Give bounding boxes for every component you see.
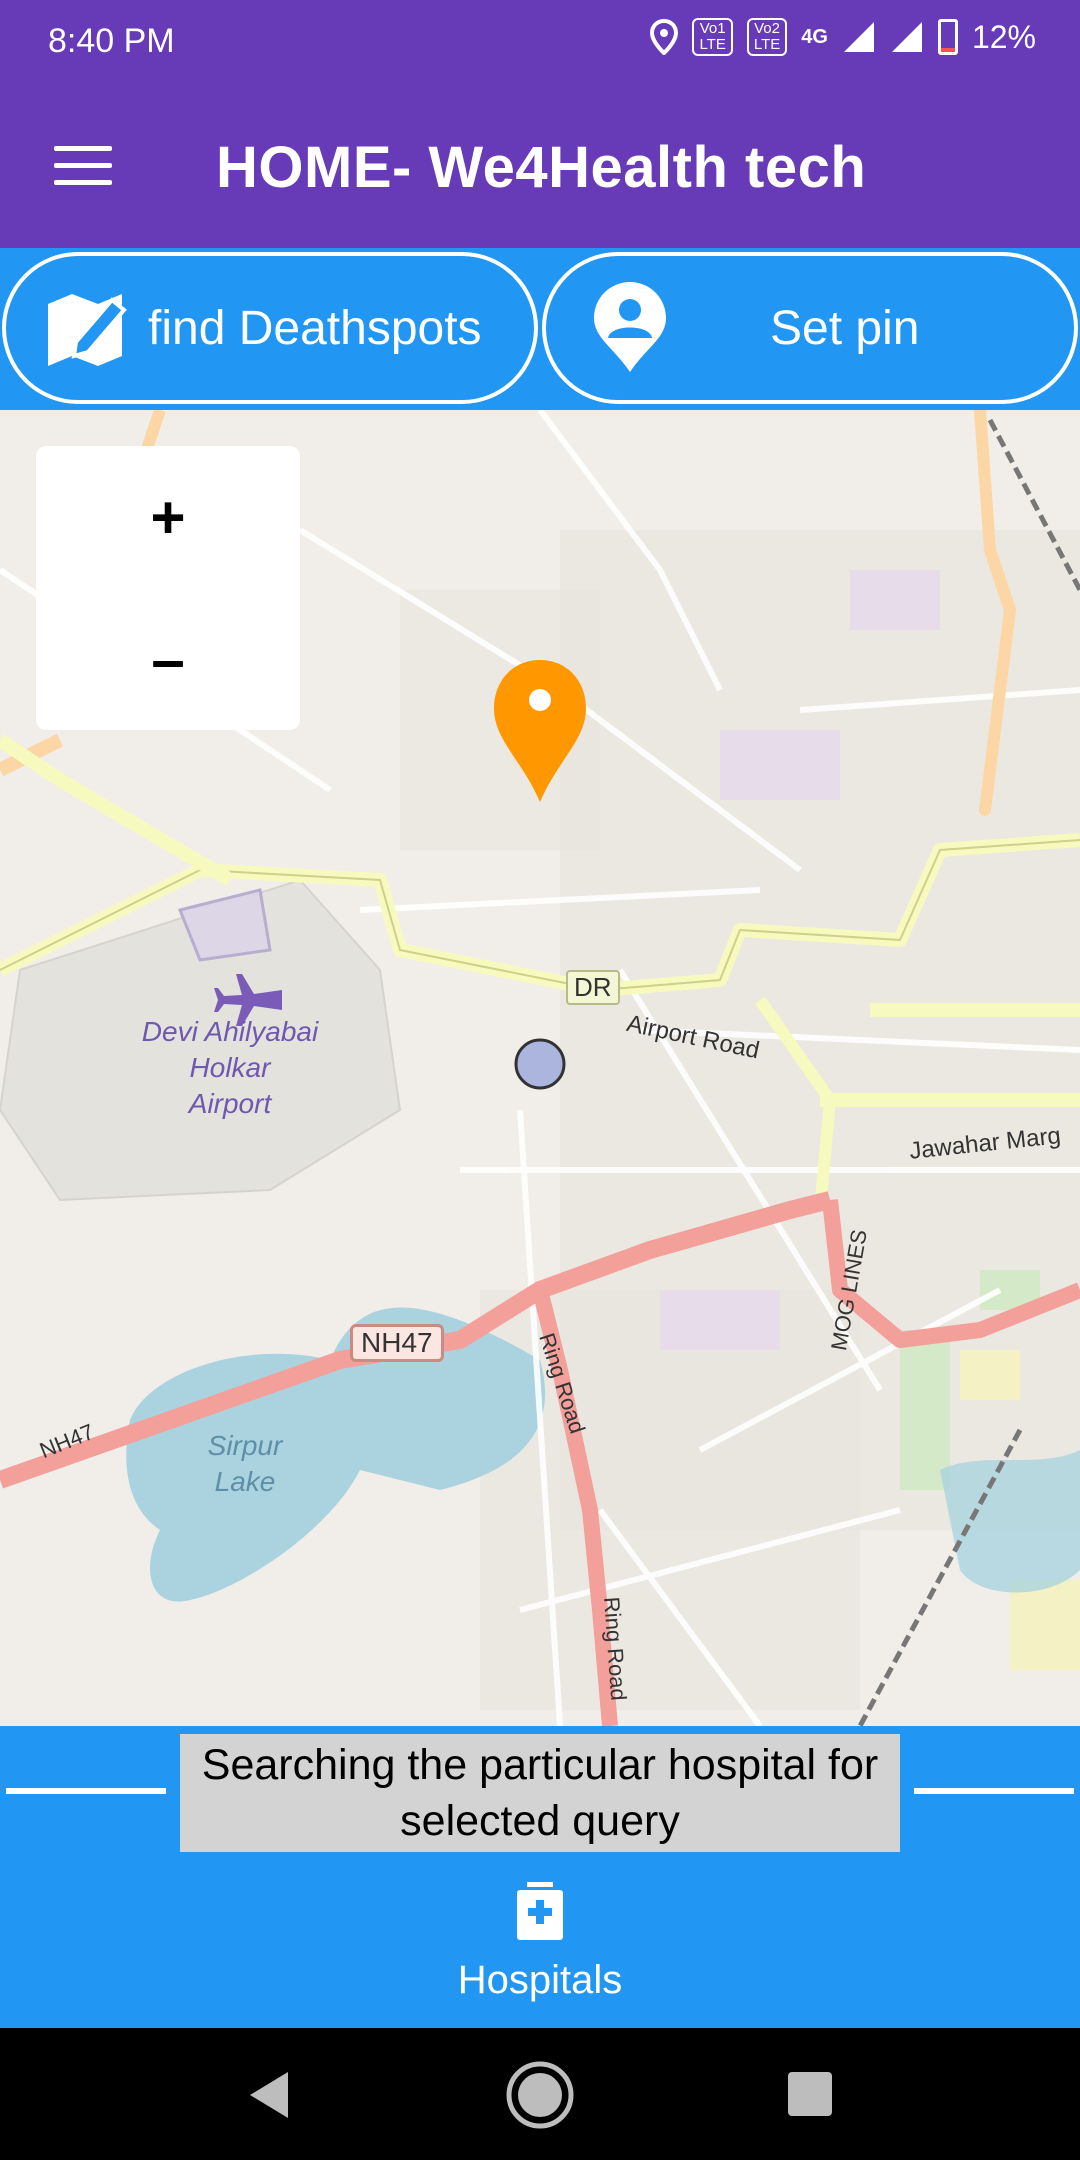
user-pin-icon (594, 282, 666, 372)
zoom-control: + – (36, 446, 300, 730)
volte-1-badge: Vo1 LTE (692, 18, 733, 56)
battery-percent: 12% (971, 18, 1036, 55)
airport-label: Devi Ahilyabai Holkar Airport (141, 1016, 319, 1119)
bottom-navigation: Hospitals (0, 1856, 1080, 2028)
action-bar: find Deathspots Set pin (0, 248, 1080, 410)
signal-no-service-icon (891, 22, 922, 52)
volte-2-badge: Vo2 LTE (746, 18, 788, 56)
find-deathspots-button[interactable]: find Deathspots (2, 252, 538, 404)
nh47-shield: NH47 (350, 1324, 444, 1362)
battery-icon (937, 19, 958, 55)
status-icons: Vo1 LTE Vo2 LTE 4G 12% (650, 18, 1036, 56)
status-time: 8:40 PM (48, 22, 175, 60)
edit-map-icon (48, 294, 127, 366)
dr-shield: DR (566, 970, 620, 1005)
network-type: 4G (801, 25, 828, 48)
lake-label: Sirpur Lake (207, 1430, 283, 1497)
location-icon (650, 19, 679, 55)
set-pin-label: Set pin (770, 301, 920, 355)
signal-icon (843, 22, 874, 52)
back-icon[interactable] (244, 2068, 294, 2122)
hamburger-menu-icon[interactable] (54, 146, 112, 186)
status-bar: 8:40 PM Vo1 LTE Vo2 LTE 4G 12% (0, 0, 1080, 84)
search-status-message: Searching the particular hospital for se… (180, 1734, 900, 1852)
map-view[interactable]: Devi Ahilyabai Holkar Airport Sirpur Lak… (0, 410, 1080, 1726)
nav-item-hospitals[interactable]: Hospitals (400, 1856, 680, 2028)
find-deathspots-label: find Deathspots (148, 301, 482, 355)
hospital-icon (517, 1882, 563, 1940)
recents-icon[interactable] (786, 2070, 834, 2118)
zoom-in-button[interactable]: + (36, 446, 300, 588)
set-pin-button[interactable]: Set pin (542, 252, 1078, 404)
progress-line-left (6, 1788, 166, 1794)
app-title: HOME- We4Health tech (216, 135, 867, 200)
search-status-strip: Searching the particular hospital for se… (0, 1726, 1080, 1856)
app-bar: HOME- We4Health tech (0, 84, 1080, 248)
system-navigation-bar (0, 2028, 1080, 2160)
home-icon[interactable] (505, 2060, 575, 2130)
progress-line-right (914, 1788, 1074, 1794)
nav-label-hospitals: Hospitals (457, 1958, 623, 2002)
zoom-out-button[interactable]: – (36, 588, 300, 730)
